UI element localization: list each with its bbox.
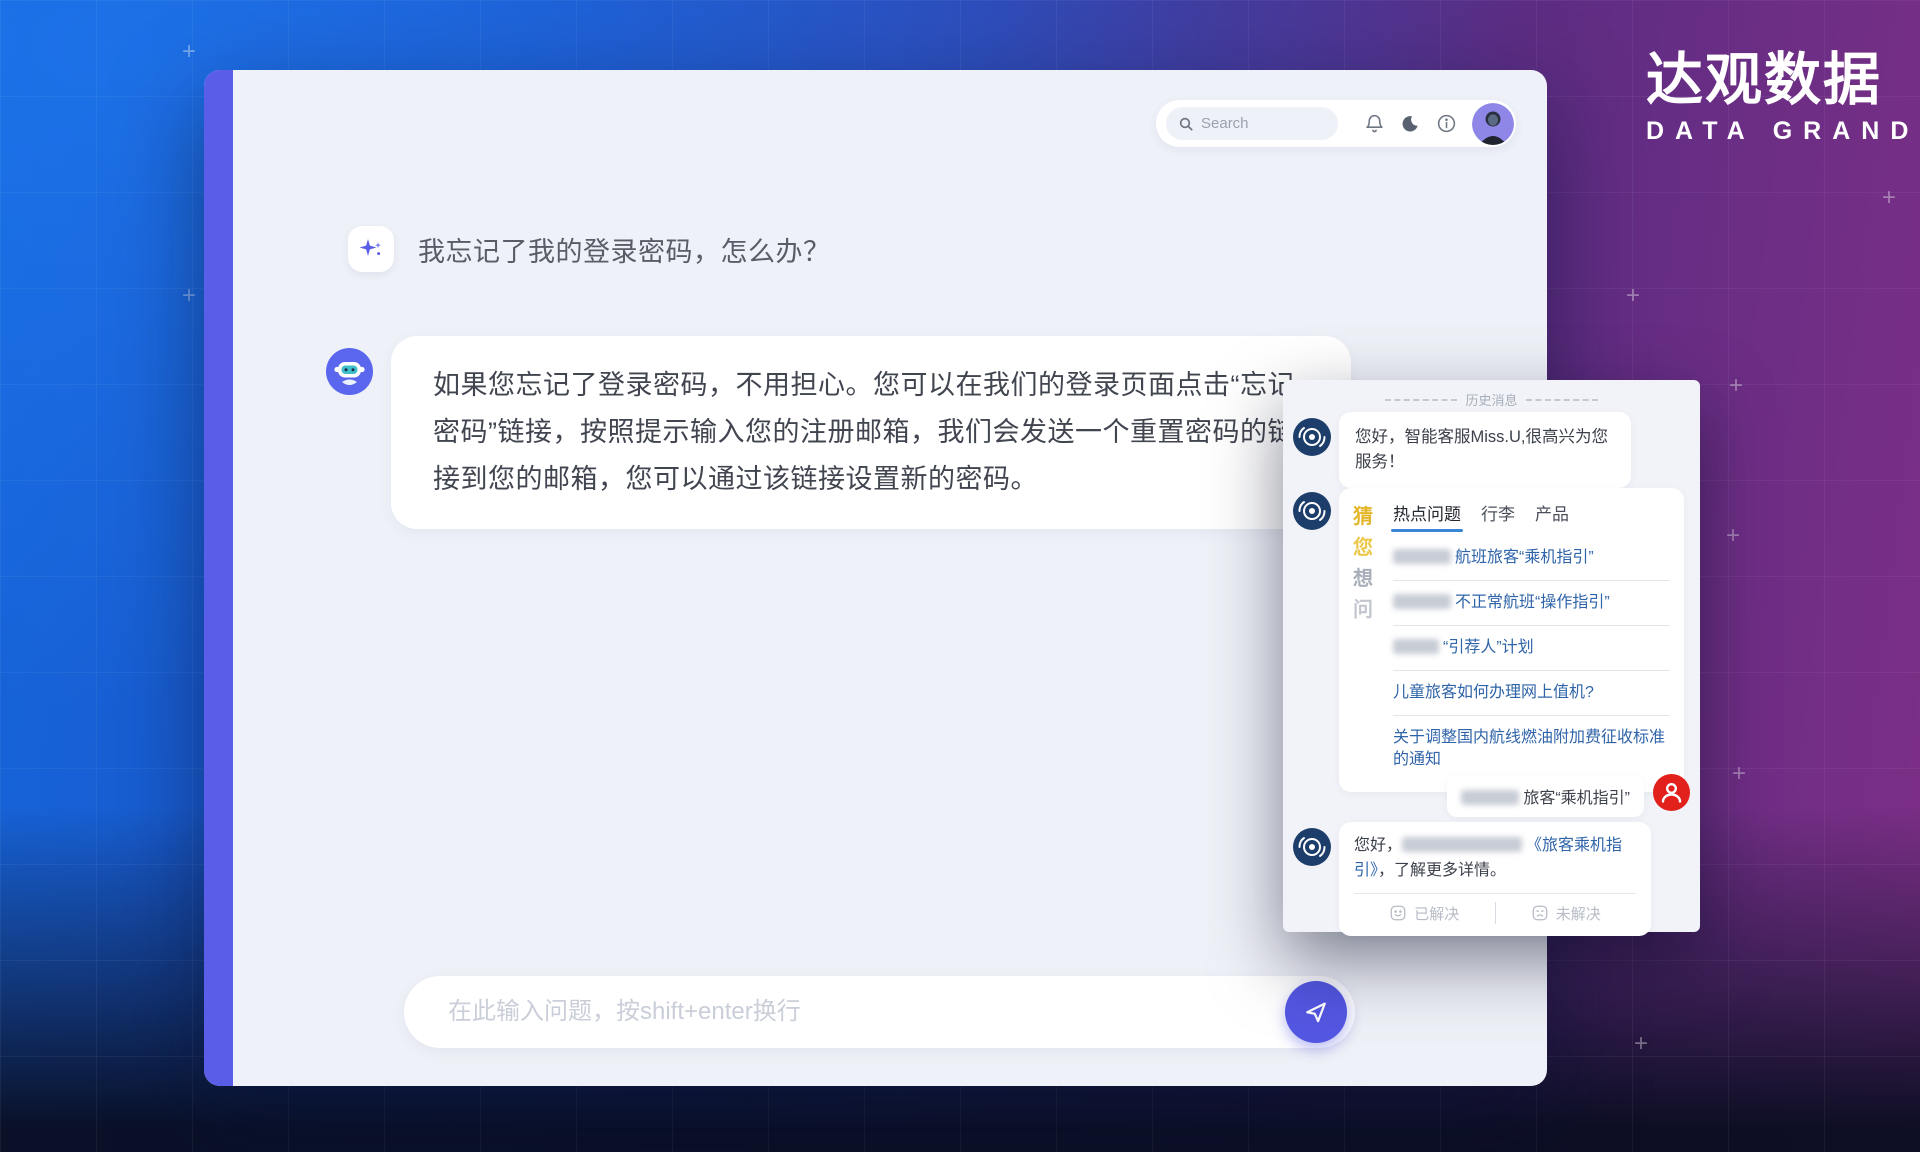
hot-question-list: 航班旅客“乘机指引” 不正常航班“操作指引” “引荐人”计划 儿童旅客如何办理网…: [1393, 536, 1670, 782]
suggestions-bubble: 猜 您 想 问 热点问题 行李 产品 航班旅客“乘机指引” 不正常航班“操作指引…: [1339, 488, 1684, 792]
blurred-text: [1393, 639, 1439, 654]
reply-suffix: ，了解更多详情。: [1378, 862, 1506, 879]
blurred-text: [1402, 837, 1522, 852]
search-field[interactable]: [1166, 107, 1338, 140]
hot-question-item[interactable]: 关于调整国内航线燃油附加费征收标准的通知: [1393, 716, 1670, 782]
blurred-text: [1393, 549, 1451, 564]
hot-question-link[interactable]: 航班旅客“乘机指引”: [1455, 549, 1594, 566]
search-icon: [1178, 116, 1194, 132]
brand-logo: 达观数据 DATA GRAND: [1646, 52, 1919, 146]
hot-question-link[interactable]: “引荐人”计划: [1443, 639, 1534, 656]
divider-line: [1526, 399, 1598, 401]
history-divider-label: 历史消息: [1465, 390, 1517, 409]
message-input[interactable]: [448, 998, 1265, 1026]
search-input[interactable]: [1201, 115, 1321, 132]
tab-products[interactable]: 产品: [1535, 500, 1569, 532]
history-divider: 历史消息: [1283, 390, 1700, 409]
smiley-face-icon: [1389, 904, 1407, 922]
reply-prefix: 您好，: [1354, 837, 1402, 854]
guess-char: 问: [1353, 595, 1383, 626]
divider-line: [1385, 399, 1457, 401]
suggestions-content: 热点问题 行李 产品 航班旅客“乘机指引” 不正常航班“操作指引” “引荐人”计…: [1393, 500, 1670, 782]
brand-logo-chinese: 达观数据: [1646, 52, 1919, 109]
moon-icon: [1400, 114, 1420, 134]
hot-question-link[interactable]: 关于调整国内航线燃油附加费征收标准的通知: [1393, 729, 1665, 768]
guess-char: 猜: [1353, 502, 1383, 533]
resolved-label: 已解决: [1414, 903, 1459, 924]
hot-question-link[interactable]: 儿童旅客如何办理网上值机?: [1393, 684, 1594, 701]
widget-user-bubble: 旅客“乘机指引”: [1447, 775, 1644, 817]
widget-user-avatar: [1653, 774, 1690, 811]
send-button[interactable]: [1285, 981, 1347, 1043]
hot-question-item[interactable]: 航班旅客“乘机指引”: [1393, 536, 1670, 581]
service-reply-text: 您好，《旅客乘机指引》，了解更多详情。: [1354, 833, 1636, 883]
brand-logo-english: DATA GRAND: [1646, 117, 1919, 146]
theme-toggle-button[interactable]: [1392, 106, 1428, 142]
service-bot-avatar: [1293, 418, 1331, 456]
resolved-button[interactable]: 已解决: [1354, 903, 1495, 924]
feedback-bar: 已解决 未解决: [1354, 894, 1636, 932]
blurred-text: [1461, 790, 1519, 805]
hot-question-item[interactable]: 儿童旅客如何办理网上值机?: [1393, 671, 1670, 716]
paper-plane-icon: [1302, 998, 1330, 1026]
window-accent-bar: [204, 70, 233, 1086]
service-bot-avatar: [1293, 828, 1331, 866]
tab-hot-questions[interactable]: 热点问题: [1393, 500, 1461, 532]
sparkles-icon: [348, 226, 394, 272]
suggestion-tabs: 热点问题 行李 产品: [1393, 500, 1670, 532]
sad-face-icon: [1531, 904, 1549, 922]
unresolved-button[interactable]: 未解决: [1496, 903, 1637, 924]
service-widget: 历史消息 您好，智能客服Miss.U,很高兴为您服务！ 猜 您 想 问: [1283, 380, 1700, 932]
guess-you-ask-label: 猜 您 想 问: [1353, 500, 1383, 782]
header-toolbar: [1156, 100, 1516, 147]
bot-answer-text: 如果您忘记了登录密码，不用担心。您可以在我们的登录页面点击“忘记密码”链接，按照…: [433, 362, 1309, 503]
user-message-row: 我忘记了我的登录密码，怎么办？: [348, 226, 831, 272]
guess-char: 您: [1353, 533, 1383, 564]
user-question-text: 我忘记了我的登录密码，怎么办？: [418, 230, 831, 269]
info-button[interactable]: [1428, 106, 1464, 142]
unresolved-label: 未解决: [1556, 903, 1601, 924]
info-icon: [1436, 113, 1457, 134]
service-reply-bubble: 您好，《旅客乘机指引》，了解更多详情。 已解决 未解决: [1339, 822, 1651, 936]
bell-icon: [1364, 113, 1385, 134]
notifications-button[interactable]: [1356, 106, 1392, 142]
message-input-bar: [404, 976, 1355, 1048]
hot-question-item[interactable]: 不正常航班“操作指引”: [1393, 581, 1670, 626]
service-greeting-bubble: 您好，智能客服Miss.U,很高兴为您服务！: [1339, 412, 1631, 488]
user-avatar[interactable]: [1472, 103, 1514, 145]
tab-luggage[interactable]: 行李: [1481, 500, 1515, 532]
hot-question-item[interactable]: “引荐人”计划: [1393, 626, 1670, 671]
widget-user-text: 旅客“乘机指引”: [1523, 790, 1630, 807]
service-bot-avatar: [1293, 492, 1331, 530]
guess-char: 想: [1353, 564, 1383, 595]
bot-answer-bubble: 如果您忘记了登录密码，不用担心。您可以在我们的登录页面点击“忘记密码”链接，按照…: [391, 336, 1351, 529]
service-greeting-text: 您好，智能客服Miss.U,很高兴为您服务！: [1355, 425, 1615, 475]
blurred-text: [1393, 594, 1451, 609]
hot-question-link[interactable]: 不正常航班“操作指引”: [1455, 594, 1610, 611]
bot-avatar: [326, 348, 373, 395]
